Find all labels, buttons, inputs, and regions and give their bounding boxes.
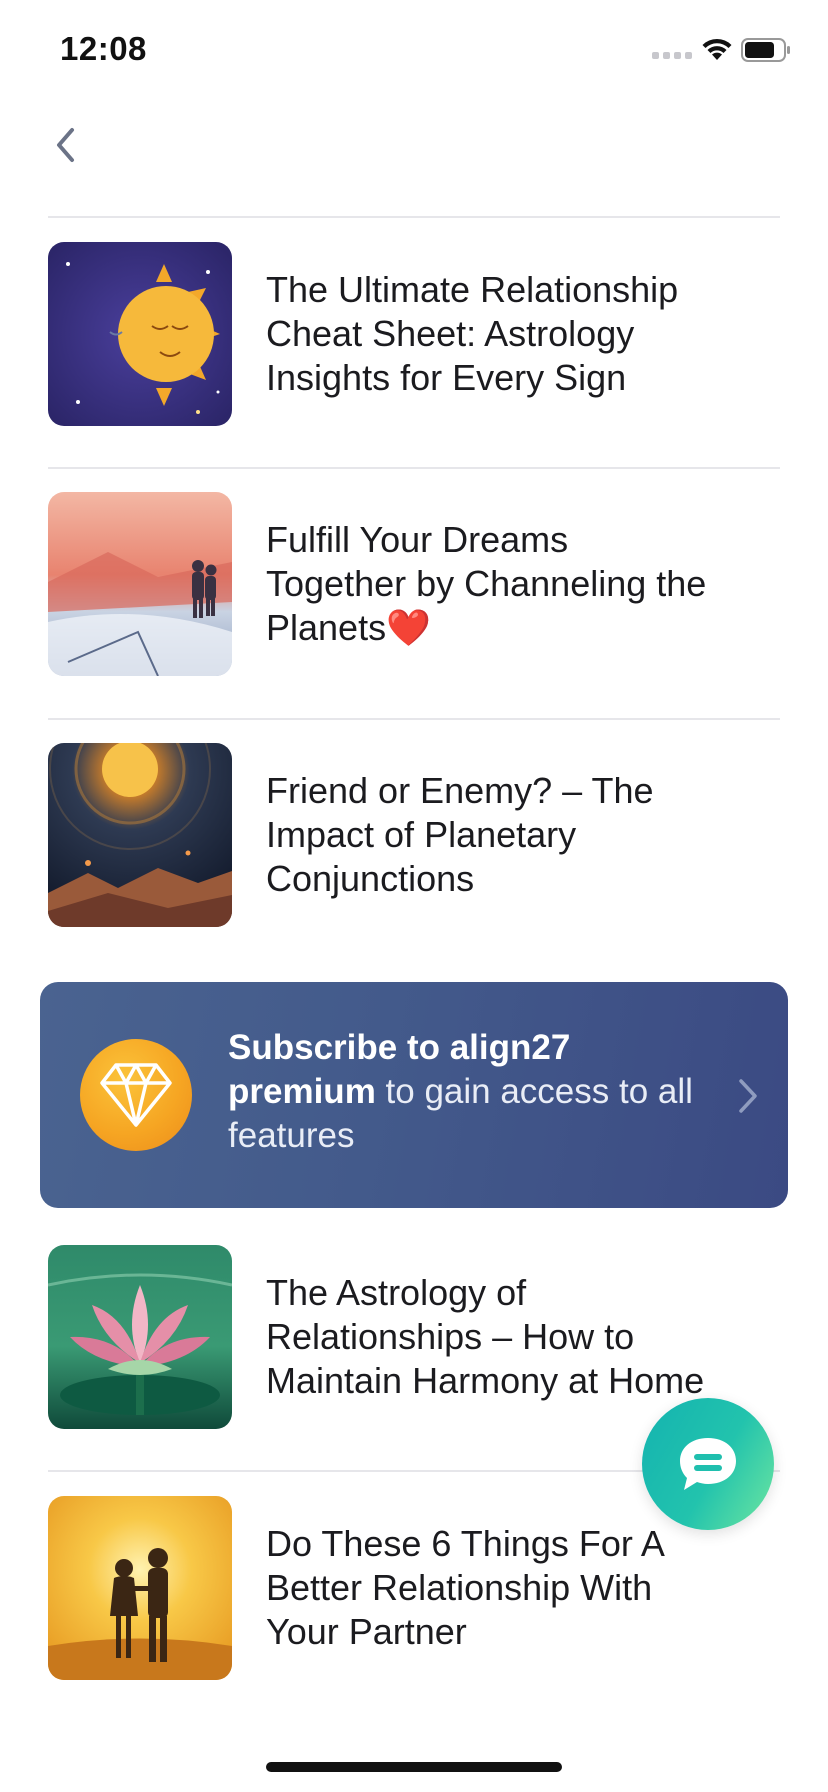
status-time: 12:08 [60, 30, 147, 67]
premium-banner-text: Subscribe to align27 premium to gain acc… [228, 1028, 693, 1155]
back-button[interactable] [48, 122, 84, 168]
article-thumbnail [48, 242, 232, 426]
chat-bubble-icon [680, 1438, 736, 1490]
couple-sunset-illustration [48, 1496, 232, 1680]
article-row[interactable]: Fulfill Your Dreams Together by Channeli… [48, 492, 780, 676]
article-title: Fulfill Your Dreams Together by Channeli… [266, 519, 707, 648]
chevron-right-icon [739, 1079, 757, 1113]
diamond-icon [80, 1039, 192, 1151]
article-row[interactable]: Friend or Enemy? – The Impact of Planeta… [48, 743, 780, 927]
sun-moon-illustration [48, 242, 232, 426]
article-thumbnail [48, 1245, 232, 1429]
premium-banner[interactable]: Subscribe to align27 premium to gain acc… [40, 982, 788, 1208]
lotus-illustration [48, 1245, 232, 1429]
articles-screen: 12:08 The Ultimate Relationship Cheat Sh… [0, 0, 828, 1792]
article-title: Friend or Enemy? – The Impact of Planeta… [266, 770, 654, 899]
divider [48, 718, 780, 720]
article-thumbnail [48, 743, 232, 927]
home-indicator [266, 1762, 562, 1772]
article-thumbnail [48, 1496, 232, 1680]
couple-landscape-illustration [48, 492, 232, 676]
chat-button[interactable] [642, 1398, 774, 1530]
divider [48, 467, 780, 469]
article-row[interactable]: The Ultimate Relationship Cheat Sheet: A… [48, 242, 780, 426]
article-row[interactable]: Do These 6 Things For A Better Relations… [48, 1496, 780, 1680]
status-bar: 12:08 [0, 0, 828, 100]
article-title: The Ultimate Relationship Cheat Sheet: A… [266, 269, 679, 398]
battery-icon [741, 38, 790, 62]
planet-sky-illustration [48, 743, 232, 927]
article-row[interactable]: The Astrology of Relationships – How to … [48, 1245, 780, 1429]
wifi-icon [702, 38, 732, 60]
article-thumbnail [48, 492, 232, 676]
cellular-signal-icon [652, 52, 692, 59]
divider [48, 216, 780, 218]
